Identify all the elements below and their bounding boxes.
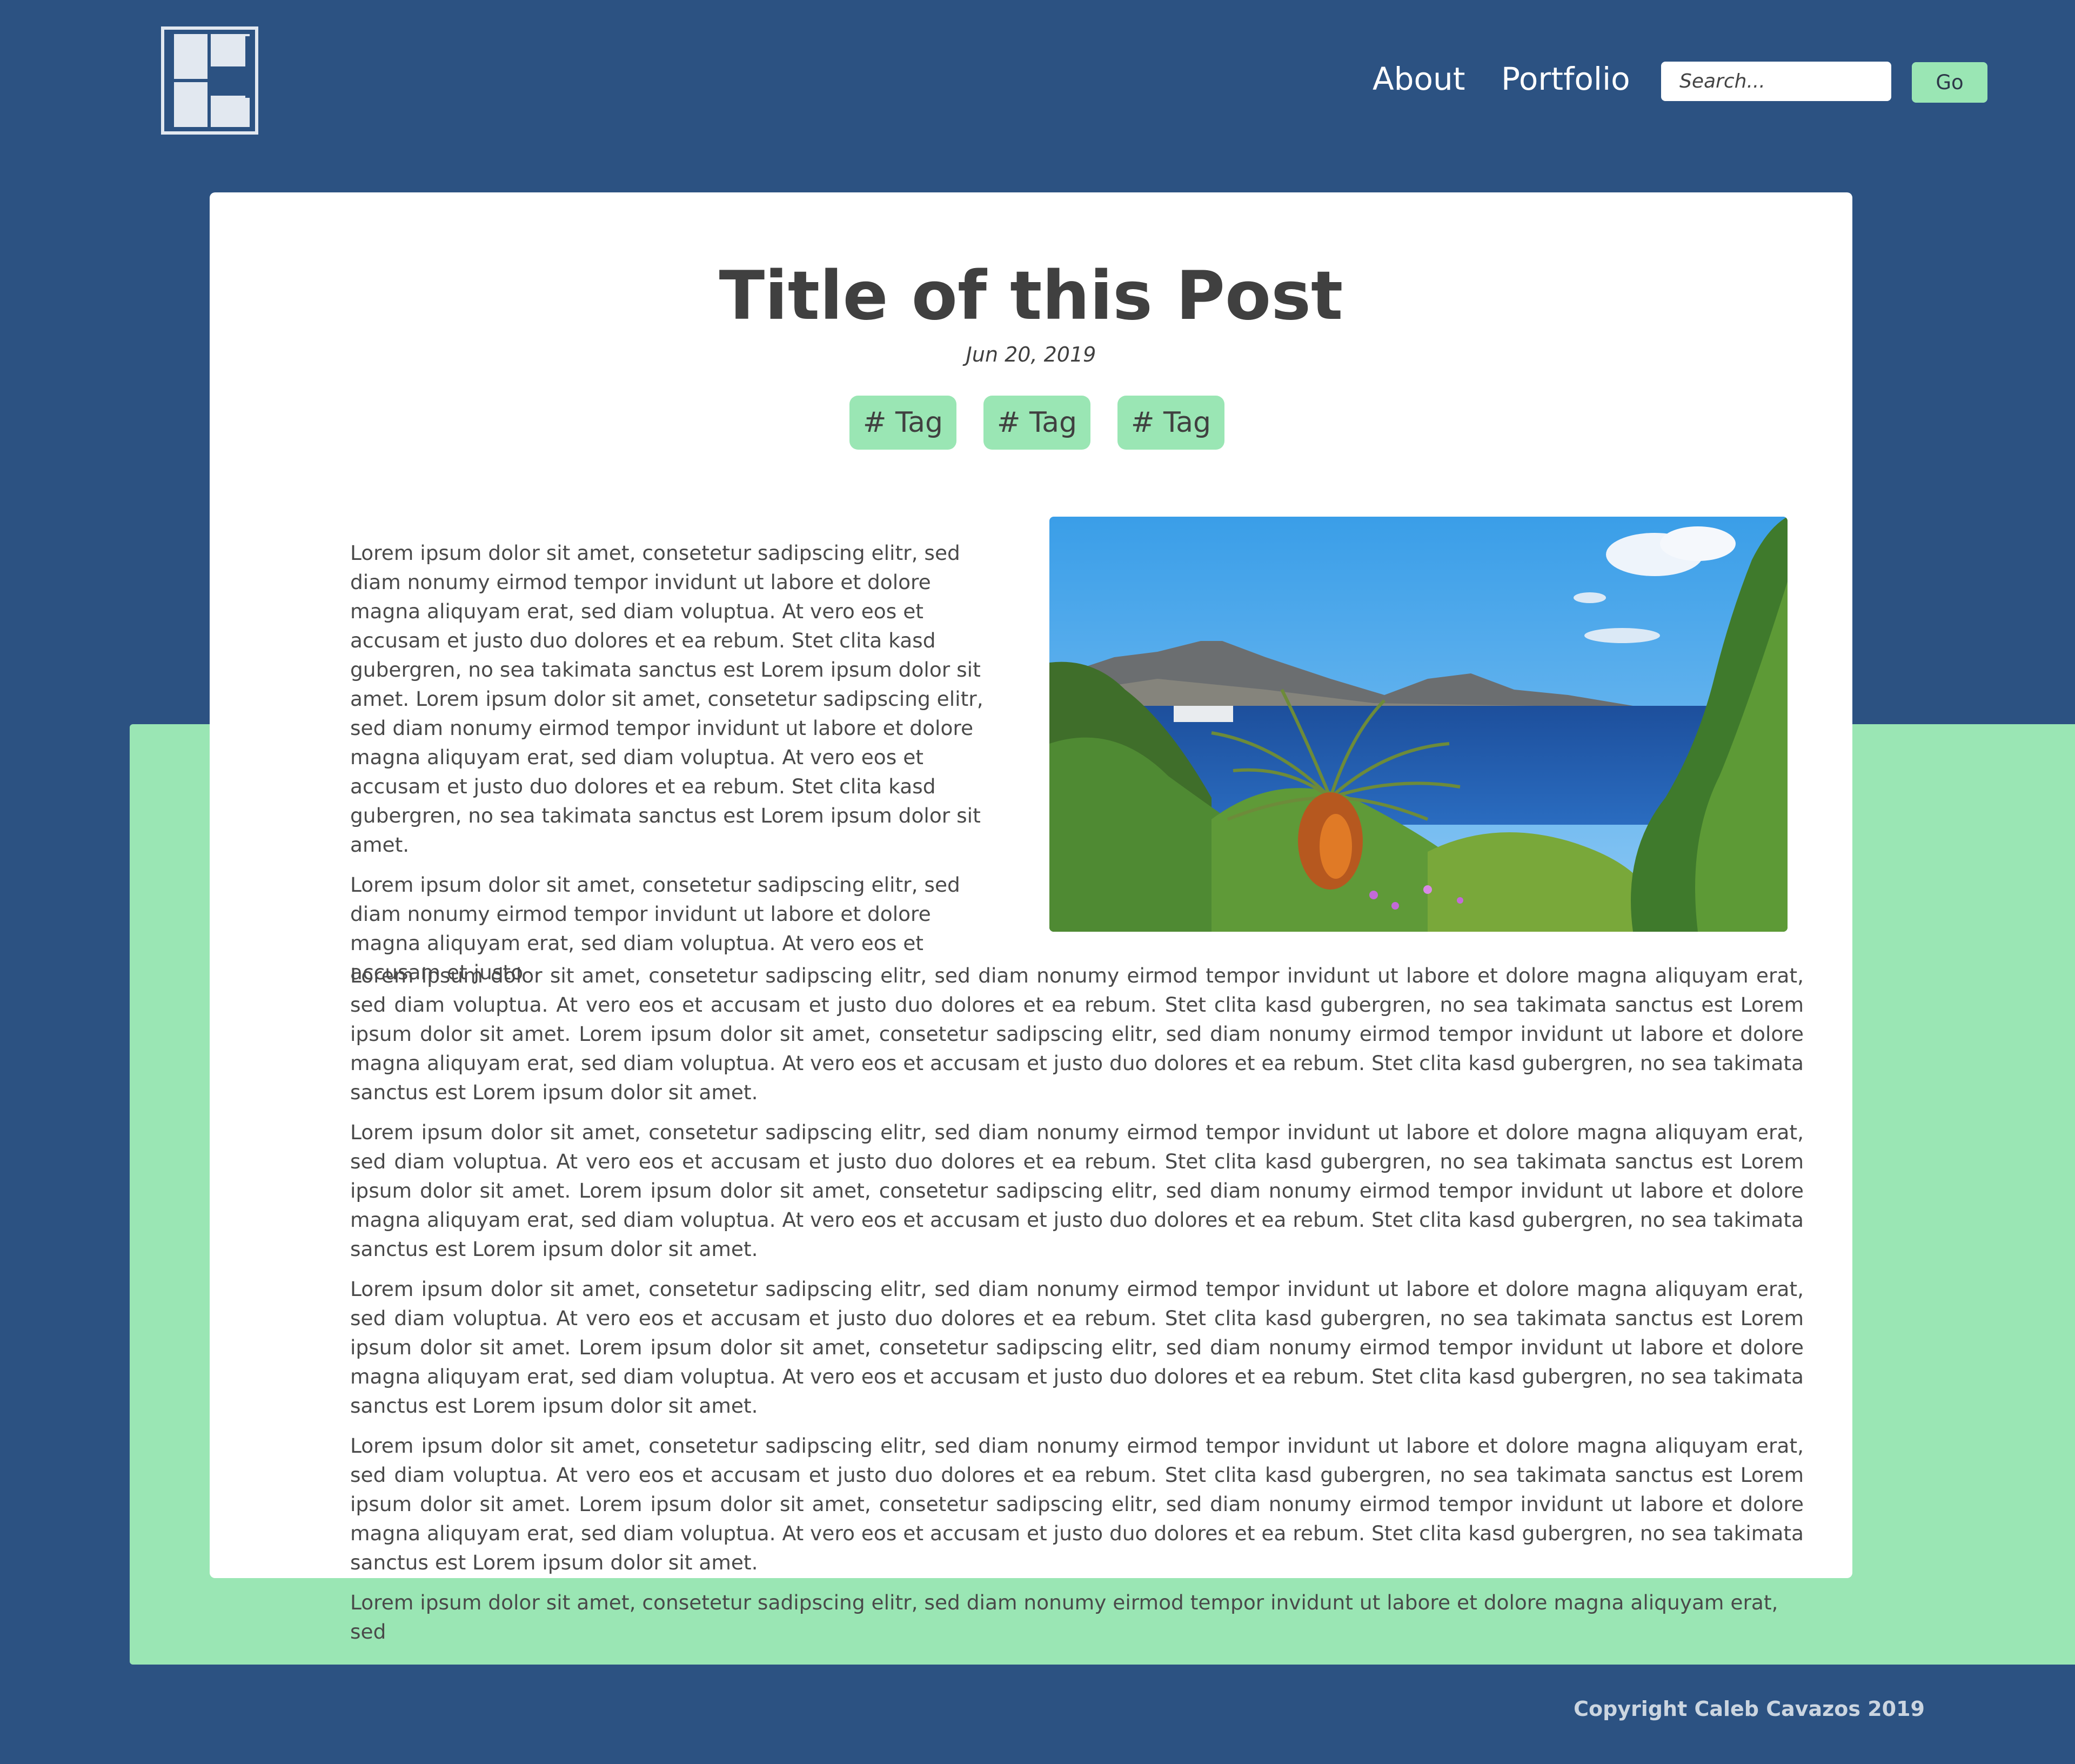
paragraph: Lorem ipsum dolor sit amet, consetetur s…	[350, 1277, 1804, 1418]
post-title: Title of this Post	[719, 257, 1343, 335]
paragraph: Lorem ipsum dolor sit amet, consetetur s…	[350, 541, 983, 857]
paragraph: Lorem ipsum dolor sit amet, consetetur s…	[350, 964, 1804, 1104]
search-input[interactable]	[1661, 62, 1891, 101]
nav-portfolio[interactable]: Portfolio	[1501, 61, 1630, 97]
nav-about[interactable]: About	[1373, 61, 1465, 97]
paragraph: Lorem ipsum dolor sit amet, consetetur s…	[350, 1591, 1778, 1643]
paragraph: Lorem ipsum dolor sit amet, consetetur s…	[350, 1434, 1804, 1574]
post-card: Title of this Post Jun 20, 2019 # Tag # …	[210, 192, 1852, 1643]
post-image-landscape	[1049, 517, 1788, 932]
logo-c-icon	[161, 26, 258, 135]
search-go-button[interactable]: Go	[1912, 62, 1987, 103]
site-logo[interactable]	[161, 26, 258, 135]
tag-chip[interactable]: # Tag	[983, 396, 1090, 450]
tag-chip[interactable]: # Tag	[1117, 396, 1224, 450]
tag-chip[interactable]: # Tag	[849, 396, 956, 450]
body-text-column: Lorem ipsum dolor sit amet, consetetur s…	[350, 961, 1804, 1657]
post-date: Jun 20, 2019	[966, 343, 1096, 366]
footer-copyright: Copyright Caleb Cavazos 2019	[1574, 1697, 1925, 1721]
paragraph: Lorem ipsum dolor sit amet, consetetur s…	[350, 1120, 1804, 1261]
